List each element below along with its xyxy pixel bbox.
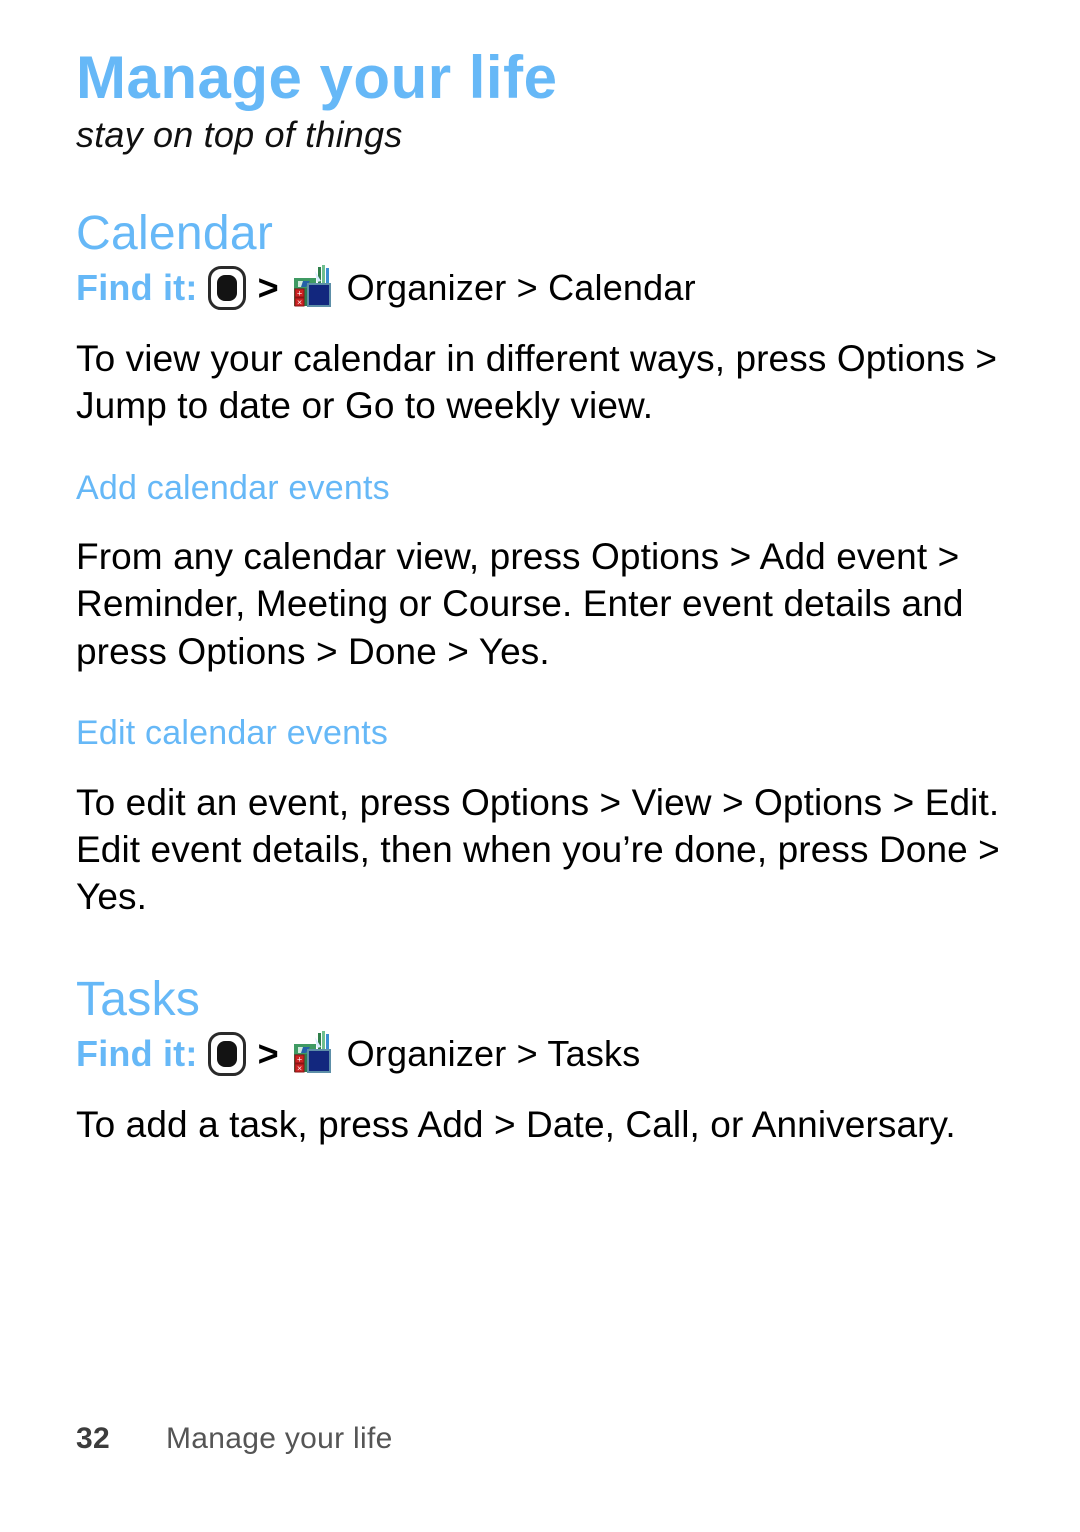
path-separator-icon: > (257, 1033, 279, 1075)
manual-page: Manage your life stay on top of things C… (0, 0, 1080, 1532)
center-key-icon (207, 265, 246, 310)
page-footer: 32 Manage your life (76, 1422, 393, 1456)
svg-text:+: + (296, 289, 302, 297)
find-it-tasks: Find it: > + × Organizer > Tasks (76, 1031, 1030, 1077)
svg-text:×: × (296, 1065, 302, 1073)
page-subtitle: stay on top of things (76, 114, 403, 155)
page-number: 32 (76, 1422, 110, 1455)
section-tasks: Tasks Find it: > + × Organizer > Tasks T… (76, 972, 1030, 1149)
sub-heading-add-calendar-events: Add calendar events (76, 468, 390, 507)
find-it-path-tasks: Organizer > Tasks (346, 1033, 641, 1075)
section-calendar: Calendar Find it: > + × Organizer > Cale… (76, 206, 1030, 921)
svg-text:+: + (296, 1056, 302, 1064)
section-heading-calendar: Calendar (76, 206, 274, 260)
edit-calendar-events-text: To edit an event, press Options > View >… (76, 781, 1000, 918)
path-separator-icon: > (257, 266, 279, 308)
page-content: Manage your life stay on top of things C… (76, 46, 1030, 1148)
organizer-icon: + × (291, 1031, 335, 1077)
find-it-label: Find it: (76, 266, 198, 308)
calendar-intro-text: To view your calendar in different ways,… (76, 337, 998, 427)
add-calendar-events-text: From any calendar view, press Options > … (76, 536, 964, 672)
find-it-calendar: Find it: > + × Organizer > Calendar (76, 264, 1030, 311)
find-it-path-calendar: Organizer > Calendar (346, 266, 696, 308)
sub-heading-edit-calendar-events: Edit calendar events (76, 714, 389, 753)
footer-chapter-title: Manage your life (165, 1422, 393, 1455)
organizer-icon: + × (291, 264, 335, 311)
section-heading-tasks: Tasks (76, 972, 201, 1026)
center-key-icon (207, 1032, 246, 1077)
page-title: Manage your life (76, 44, 558, 111)
find-it-label: Find it: (76, 1033, 198, 1075)
tasks-body-text: To add a task, press Add > Date, Call, o… (76, 1104, 956, 1146)
svg-text:×: × (296, 298, 302, 306)
